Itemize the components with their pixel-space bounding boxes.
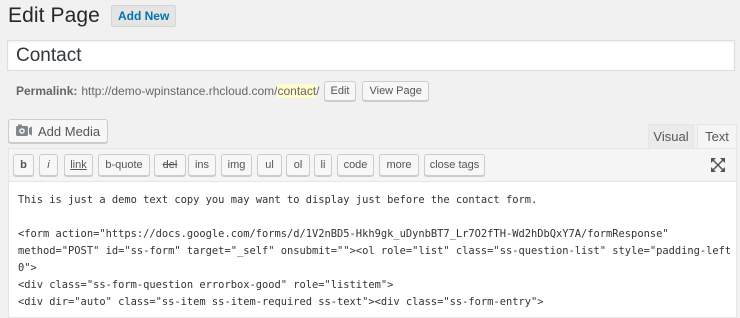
- quicktag-bquote-button[interactable]: b-quote: [98, 154, 150, 176]
- content-line: [18, 209, 730, 226]
- add-new-button[interactable]: Add New: [110, 5, 177, 27]
- content-line: 0">: [18, 262, 37, 274]
- content-line: This is just a demo text copy you may wa…: [18, 194, 538, 206]
- view-page-button[interactable]: View Page: [362, 81, 429, 101]
- quicktag-li-button[interactable]: li: [314, 154, 332, 176]
- expand-icon[interactable]: [710, 157, 726, 173]
- content-line: <form action="https://docs.google.com/fo…: [18, 228, 669, 240]
- quicktag-italic-button[interactable]: i: [39, 154, 58, 176]
- quicktag-close-tags-button[interactable]: close tags: [424, 154, 485, 176]
- content-line: <div class="ss-form-question errorbox-go…: [18, 279, 394, 291]
- text-editor: b i link b-quote del ins img ul ol li co…: [8, 148, 737, 318]
- media-camera-icon: [16, 124, 32, 136]
- quicktag-ul-button[interactable]: ul: [257, 154, 282, 176]
- post-title-input[interactable]: [8, 41, 734, 70]
- edit-slug-button[interactable]: Edit: [323, 81, 357, 101]
- page-header: Edit Page Add New: [8, 1, 177, 31]
- quicktag-ins-button[interactable]: ins: [188, 154, 216, 176]
- add-media-label: Add Media: [38, 123, 101, 139]
- permalink-base-url[interactable]: http://demo-wpinstance.rhcloud.com/: [81, 84, 277, 98]
- content-line: <div dir="auto" class="ss-item ss-item-r…: [18, 296, 544, 308]
- permalink-slug[interactable]: contact: [277, 84, 317, 98]
- editor-textarea[interactable]: This is just a demo text copy you may wa…: [18, 192, 730, 311]
- quicktag-link-button[interactable]: link: [64, 154, 93, 176]
- add-media-button[interactable]: Add Media: [8, 119, 109, 143]
- content-line: method="POST" id="ss-form" target="_self…: [18, 245, 730, 257]
- permalink-row: Permalink: http://demo-wpinstance.rhclou…: [16, 80, 429, 102]
- permalink-label: Permalink:: [16, 84, 78, 98]
- quicktags-toolbar: b i link b-quote del ins img ul ol li co…: [9, 149, 736, 182]
- tab-visual[interactable]: Visual: [648, 124, 694, 148]
- tab-text[interactable]: Text: [697, 124, 737, 148]
- quicktag-bold-button[interactable]: b: [13, 154, 34, 176]
- title-field-wrapper: [7, 40, 735, 71]
- quicktag-img-button[interactable]: img: [221, 154, 252, 176]
- quicktag-more-button[interactable]: more: [379, 154, 419, 176]
- permalink-trailing-slash: /: [316, 84, 320, 98]
- quicktag-ol-button[interactable]: ol: [286, 154, 310, 176]
- page-title: Edit Page: [8, 4, 100, 27]
- quicktag-del-button[interactable]: del: [154, 154, 186, 176]
- quicktag-code-button[interactable]: code: [337, 154, 374, 176]
